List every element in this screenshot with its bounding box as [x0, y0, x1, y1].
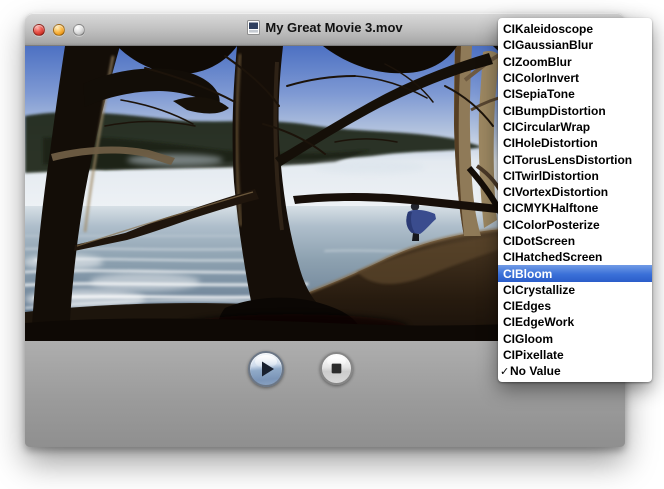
menu-item-label: CIKaleidoscope	[503, 22, 593, 36]
checkmark-icon: ✓	[500, 365, 510, 378]
menu-item-label: CIZoomBlur	[503, 55, 572, 69]
menu-item-cidotscreen[interactable]: CIDotScreen	[498, 233, 652, 249]
play-icon	[250, 353, 282, 385]
menu-item-cicolorinvert[interactable]: CIColorInvert	[498, 70, 652, 86]
menu-item-label: CIColorInvert	[503, 71, 579, 85]
play-button[interactable]	[248, 351, 284, 387]
menu-item-label: CIEdgeWork	[503, 315, 574, 329]
menu-item-label: CICrystallize	[503, 283, 575, 297]
menu-item-ciholedistortion[interactable]: CIHoleDistortion	[498, 135, 652, 151]
menu-item-label: CIVortexDistortion	[503, 185, 608, 199]
menu-item-label: CIGloom	[503, 332, 553, 346]
menu-item-label: CIBloom	[503, 267, 552, 281]
filter-popup-menu: CIKaleidoscope CIGaussianBlur CIZoomBlur CI…	[498, 18, 652, 382]
menu-item-label: CITwirlDistortion	[503, 169, 599, 183]
stop-icon	[322, 354, 351, 383]
menu-item-cigloom[interactable]: CIGloom	[498, 331, 652, 347]
menu-item-citwirldistortion[interactable]: CITwirlDistortion	[498, 168, 652, 184]
menu-item-ciedgework[interactable]: CIEdgeWork	[498, 314, 652, 330]
menu-item-no-value[interactable]: ✓No Value	[498, 363, 652, 379]
traffic-lights	[33, 24, 85, 36]
menu-item-label: CIBumpDistortion	[503, 104, 606, 118]
menu-item-label: CIDotScreen	[503, 234, 575, 248]
menu-item-cicmykhalftone[interactable]: CICMYKHalftone	[498, 200, 652, 216]
menu-item-label: CIGaussianBlur	[503, 38, 593, 52]
menu-item-label: CIHoleDistortion	[503, 136, 598, 150]
menu-item-label: No Value	[510, 364, 561, 378]
menu-item-cigaussianblur[interactable]: CIGaussianBlur	[498, 37, 652, 53]
menu-item-label: CIHatchedScreen	[503, 250, 602, 264]
window-title-group: My Great Movie 3.mov	[247, 20, 402, 35]
menu-item-cibumpdistortion[interactable]: CIBumpDistortion	[498, 102, 652, 118]
menu-item-cipixellate[interactable]: CIPixellate	[498, 347, 652, 363]
menu-item-label: CISepiaTone	[503, 87, 575, 101]
stop-button[interactable]	[320, 352, 353, 385]
close-button[interactable]	[33, 24, 45, 36]
menu-item-label: CIPixellate	[503, 348, 564, 362]
menu-item-label: CIColorPosterize	[503, 218, 600, 232]
movie-document-icon	[247, 20, 260, 35]
menu-item-label: CICMYKHalftone	[503, 201, 598, 215]
window-title: My Great Movie 3.mov	[265, 20, 402, 35]
menu-item-ciedges[interactable]: CIEdges	[498, 298, 652, 314]
menu-item-label: CIEdges	[503, 299, 551, 313]
menu-item-civortexdistortion[interactable]: CIVortexDistortion	[498, 184, 652, 200]
menu-item-cicolorposterize[interactable]: CIColorPosterize	[498, 217, 652, 233]
menu-item-cisepiatone[interactable]: CISepiaTone	[498, 86, 652, 102]
menu-item-cihatchedscreen[interactable]: CIHatchedScreen	[498, 249, 652, 265]
menu-item-label: CICircularWrap	[503, 120, 590, 134]
desktop-canvas: My Great Movie 3.mov	[0, 0, 664, 489]
menu-item-cibloom[interactable]: CIBloom	[498, 265, 652, 281]
menu-item-cicrystallize[interactable]: CICrystallize	[498, 282, 652, 298]
minimize-button[interactable]	[53, 24, 65, 36]
menu-item-cikaleidoscope[interactable]: CIKaleidoscope	[498, 21, 652, 37]
menu-item-citoruslensdistortion[interactable]: CITorusLensDistortion	[498, 151, 652, 167]
menu-item-label: CITorusLensDistortion	[503, 153, 632, 167]
menu-item-cizoomblur[interactable]: CIZoomBlur	[498, 54, 652, 70]
zoom-button[interactable]	[73, 24, 85, 36]
menu-item-cicircularwrap[interactable]: CICircularWrap	[498, 119, 652, 135]
